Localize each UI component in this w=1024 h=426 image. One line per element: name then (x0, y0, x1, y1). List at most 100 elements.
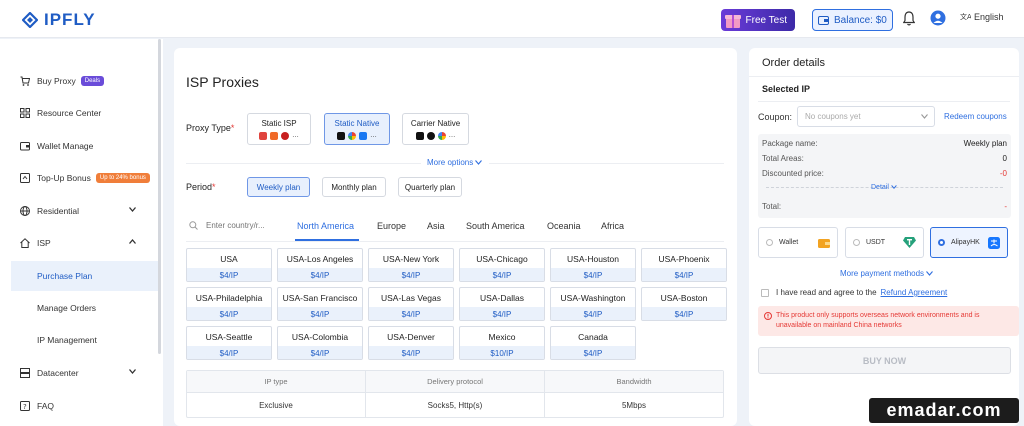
order-title: Order details (762, 57, 825, 69)
payment-usdt[interactable]: USDT (845, 227, 924, 258)
selected-ip-label: Selected IP (762, 84, 811, 94)
location-price: $4/IP (187, 268, 271, 281)
order-panel: Order details Selected IP Coupon: No cou… (749, 48, 1019, 426)
sidebar-item-ip-management[interactable]: IP Management (0, 325, 158, 355)
chevron-down-icon (926, 271, 934, 276)
sidebar-item-wallet-manage[interactable]: Wallet Manage (0, 131, 158, 161)
alert-icon (764, 312, 772, 320)
bell-icon[interactable] (903, 11, 915, 26)
tab-north-america[interactable]: North America (297, 221, 354, 231)
usdt-icon (903, 237, 916, 248)
bonus-icon (20, 173, 30, 183)
location-card[interactable]: USA-Las Vegas $4/IP (368, 287, 454, 321)
location-price: $4/IP (369, 346, 453, 359)
info-table: IP type Delivery protocol Bandwidth Excl… (186, 370, 724, 418)
location-card[interactable]: USA-Phoenix $4/IP (641, 248, 727, 282)
location-card[interactable]: USA-Washington $4/IP (550, 287, 636, 321)
period-label: Period* (186, 182, 216, 192)
location-card[interactable]: USA-Philadelphia $4/IP (186, 287, 272, 321)
location-price: $4/IP (369, 268, 453, 281)
logo-icon (22, 12, 38, 28)
sidebar: Buy Proxy Deals Resource Center Wallet M… (0, 39, 163, 426)
search-input[interactable] (206, 221, 270, 230)
location-card[interactable]: USA-Colombia $4/IP (277, 326, 363, 360)
location-card[interactable]: Mexico $10/IP (459, 326, 545, 360)
sidebar-item-resource-center[interactable]: Resource Center (0, 98, 158, 128)
location-card[interactable]: USA-Houston $4/IP (550, 248, 636, 282)
location-price: $4/IP (642, 307, 726, 320)
free-test-button[interactable]: Free Test (721, 9, 795, 31)
coupon-select[interactable]: No coupons yet (797, 106, 935, 127)
period-quarterly[interactable]: Quarterly plan (398, 177, 462, 197)
location-card[interactable]: USA-Dallas $4/IP (459, 287, 545, 321)
sidebar-item-manage-orders[interactable]: Manage Orders (0, 293, 158, 323)
location-price: $4/IP (551, 346, 635, 359)
avatar-icon[interactable] (930, 10, 946, 26)
balance-button[interactable]: Balance: $0 (812, 9, 893, 31)
package-name-row: Package name: Weekly plan (762, 139, 1007, 148)
payment-label: AlipayHK (951, 239, 980, 246)
tab-south-america[interactable]: South America (466, 221, 525, 231)
bonus-badge: Up to 24% bonus (95, 173, 150, 183)
location-price: $4/IP (551, 307, 635, 320)
refund-agreement-link[interactable]: Refund Agreement (881, 288, 948, 297)
gift-icon (725, 15, 741, 28)
tab-oceania[interactable]: Oceania (547, 221, 581, 231)
tab-asia[interactable]: Asia (427, 221, 445, 231)
sidebar-scrollbar[interactable] (158, 39, 161, 354)
brand-logo[interactable]: IPFLY (22, 10, 96, 30)
period-weekly[interactable]: Weekly plan (247, 177, 310, 197)
tab-africa[interactable]: Africa (601, 221, 624, 231)
more-dots: … (370, 132, 377, 139)
payment-alipayhk[interactable]: AlipayHK (930, 227, 1008, 258)
more-payment-methods-link[interactable]: More payment methods (840, 269, 934, 278)
location-name: USA-Chicago (476, 253, 528, 264)
more-options-link[interactable]: More options (427, 158, 483, 167)
warning-text: This product only supports overseas netw… (776, 312, 980, 329)
location-name: USA-Philadelphia (195, 292, 263, 303)
chevron-up-icon (129, 239, 136, 244)
sidebar-item-faq[interactable]: ? FAQ (0, 391, 158, 421)
sidebar-item-residential[interactable]: Residential (0, 196, 158, 226)
location-card[interactable]: Canada $4/IP (550, 326, 636, 360)
location-card[interactable]: USA-Los Angeles $4/IP (277, 248, 363, 282)
order-summary: Package name: Weekly plan Total Areas: 0 D… (758, 134, 1011, 218)
location-name: USA-Los Angeles (286, 253, 354, 264)
location-card[interactable]: USA-Chicago $4/IP (459, 248, 545, 282)
sidebar-item-isp[interactable]: ISP (0, 228, 158, 258)
proxy-type-static-isp[interactable]: Static ISP … (247, 113, 311, 145)
location-price: $4/IP (187, 346, 271, 359)
location-price: $4/IP (187, 307, 271, 320)
location-name: USA-New York (382, 253, 440, 264)
period-monthly[interactable]: Monthly plan (322, 177, 386, 197)
location-name: USA-Seattle (205, 331, 253, 342)
location-card[interactable]: USA-San Francisco $4/IP (277, 287, 363, 321)
search-icon (189, 221, 198, 230)
tab-europe[interactable]: Europe (377, 221, 406, 231)
location-card[interactable]: USA-New York $4/IP (368, 248, 454, 282)
agree-checkbox[interactable] (761, 288, 769, 297)
location-price: $4/IP (460, 268, 544, 281)
sidebar-item-purchase-plan[interactable]: Purchase Plan (11, 261, 158, 291)
buy-now-button[interactable]: BUY NOW (758, 347, 1011, 374)
location-name: USA-Denver (387, 331, 435, 342)
sidebar-item-datacenter[interactable]: Datacenter (0, 358, 158, 388)
location-card[interactable]: USA-Boston $4/IP (641, 287, 727, 321)
location-name: USA-Colombia (291, 331, 349, 342)
location-card[interactable]: USA $4/IP (186, 248, 272, 282)
payment-wallet[interactable]: Wallet (758, 227, 838, 258)
sidebar-item-buy-proxy[interactable]: Buy Proxy Deals (0, 66, 158, 96)
location-card[interactable]: USA-Denver $4/IP (368, 326, 454, 360)
country-search[interactable] (189, 221, 270, 230)
proxy-type-carrier-native[interactable]: Carrier Native … (402, 113, 469, 145)
detail-link[interactable]: Detail (871, 184, 897, 191)
threads-icon (426, 132, 435, 140)
proxy-type-name: Carrier Native (410, 119, 461, 128)
location-card[interactable]: USA-Seattle $4/IP (186, 326, 272, 360)
redeem-coupons-link[interactable]: Redeem coupons (944, 112, 1007, 121)
sidebar-item-top-up-bonus[interactable]: Top-Up Bonus Up to 24% bonus (0, 163, 158, 193)
free-test-label: Free Test (745, 14, 788, 26)
proxy-type-static-native[interactable]: Static Native … (324, 113, 390, 145)
radio (766, 239, 773, 246)
language-selector[interactable]: 文A English (960, 12, 1004, 22)
